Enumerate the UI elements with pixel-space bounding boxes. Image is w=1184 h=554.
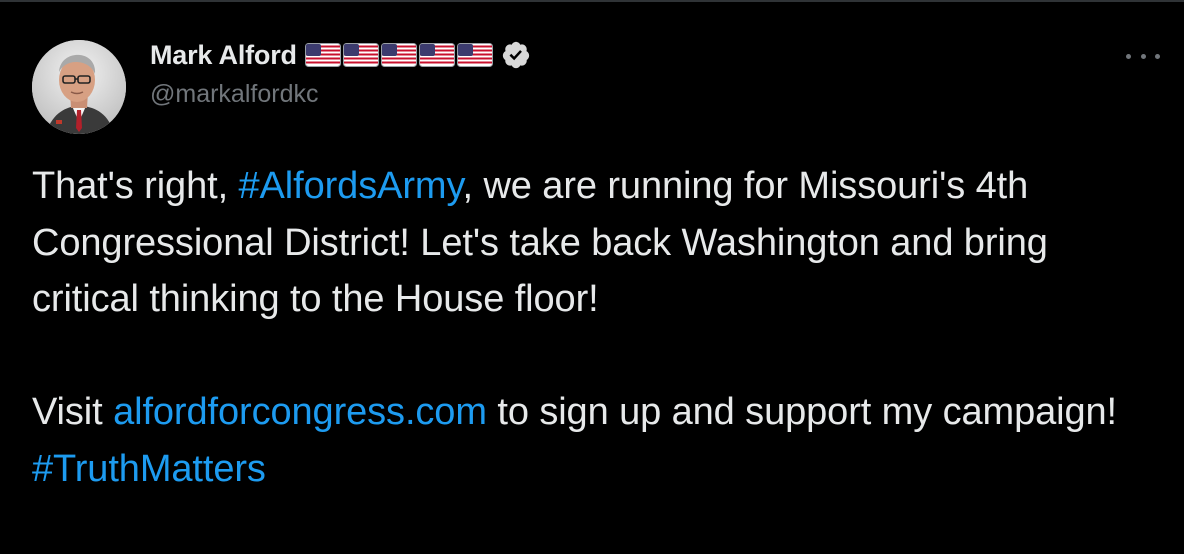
avatar[interactable] (32, 40, 126, 134)
us-flag-icon (380, 43, 417, 67)
more-horizontal-icon (1126, 53, 1131, 59)
tweet-text-segment: to sign up and support my campaign! (486, 391, 1118, 433)
hashtag-link[interactable]: #TruthMatters (32, 448, 266, 490)
more-options-button[interactable] (1126, 46, 1160, 66)
url-link[interactable]: alfordforcongress.com (113, 391, 487, 433)
tweet-text-segment: That's right, (32, 165, 239, 207)
more-horizontal-icon (1140, 53, 1146, 59)
tweet-paragraph-2: Visit alfordforcongress.com to sign up a… (32, 384, 1152, 497)
hashtag-link[interactable]: #AlfordsArmy (239, 165, 463, 207)
avatar-image (32, 40, 126, 134)
us-flag-icon (456, 43, 493, 67)
us-flag-icon (342, 43, 379, 67)
verified-badge-icon (502, 41, 529, 69)
tweet: Mark Alford @markalfordkc That's right, … (0, 0, 1184, 554)
us-flag-icon (304, 43, 341, 67)
author-name-row: Mark Alford (150, 38, 531, 72)
author-handle[interactable]: @markalfordkc (150, 80, 318, 109)
more-horizontal-icon (1155, 53, 1160, 59)
tweet-text-segment: Visit (32, 391, 114, 433)
tweet-paragraph-1: That's right, #AlfordsArmy, we are runni… (32, 158, 1152, 328)
author-display-name[interactable]: Mark Alford (150, 40, 297, 71)
tweet-text: That's right, #AlfordsArmy, we are runni… (32, 158, 1152, 497)
us-flag-icon (418, 43, 455, 67)
name-emoji-group (304, 43, 493, 67)
